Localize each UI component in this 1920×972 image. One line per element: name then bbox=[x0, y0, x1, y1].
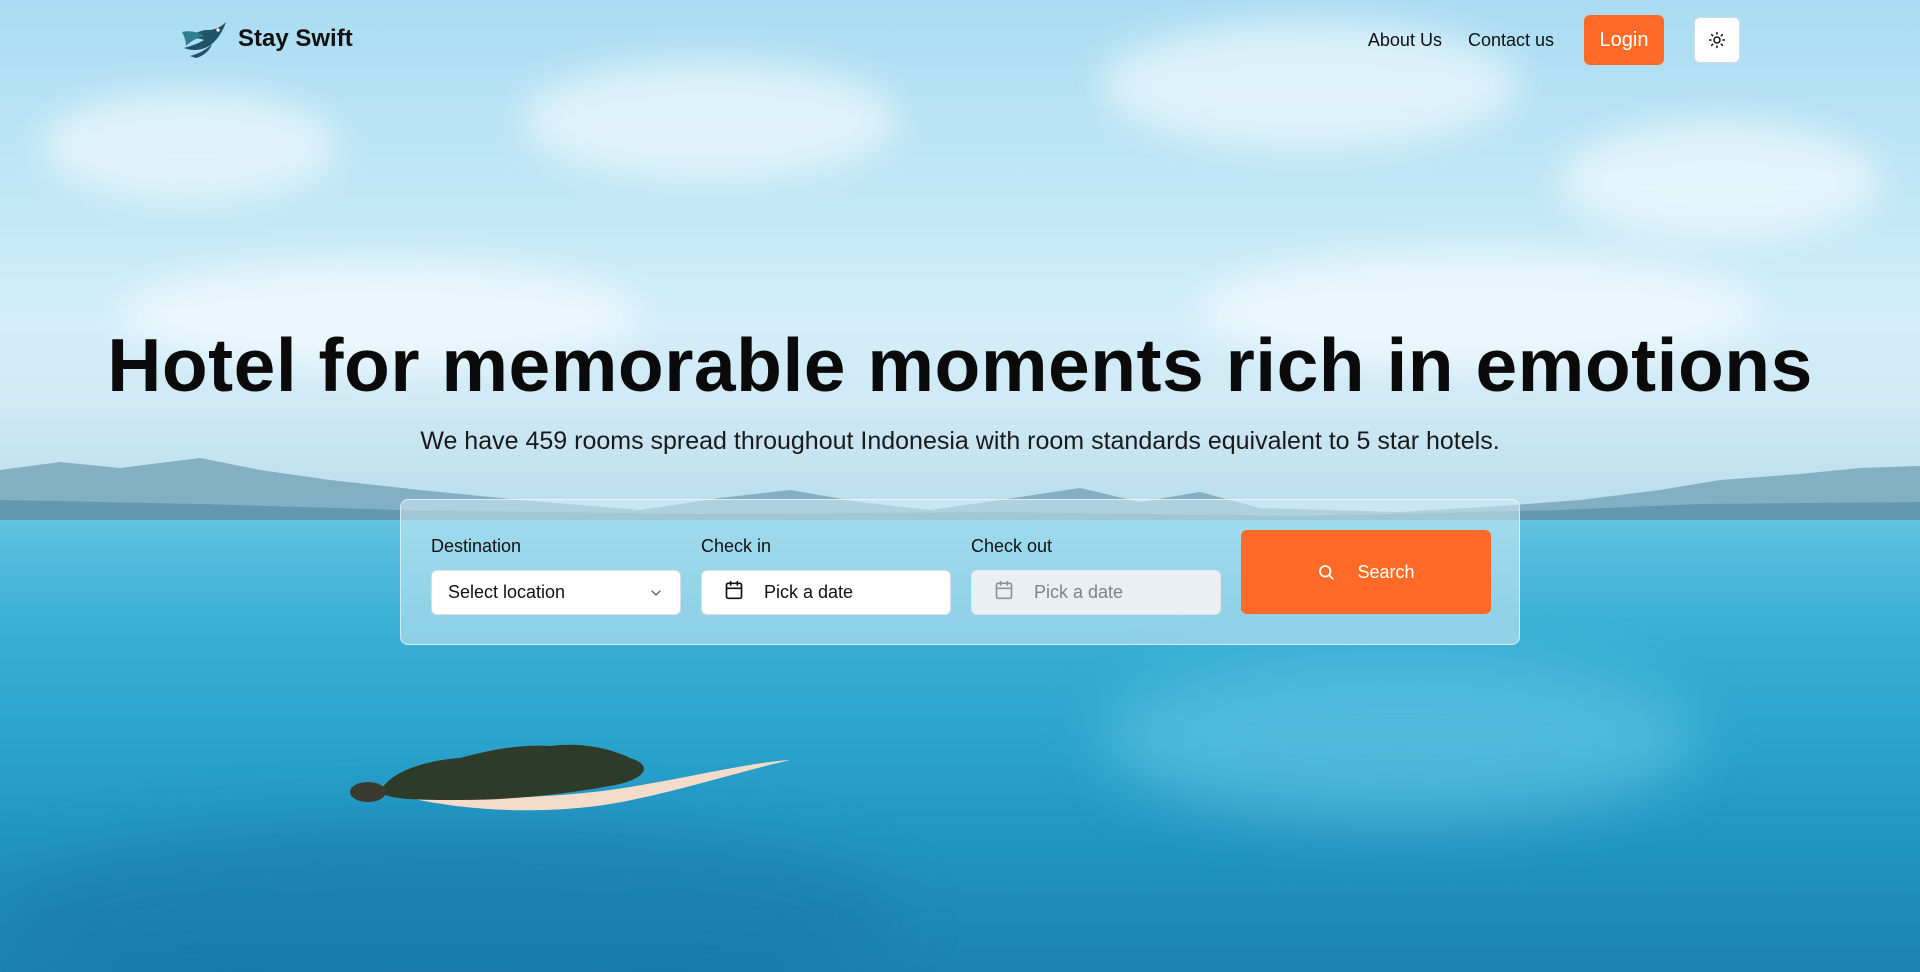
calendar-icon bbox=[994, 580, 1014, 605]
nav-about-link[interactable]: About Us bbox=[1368, 30, 1442, 51]
destination-label: Destination bbox=[431, 536, 522, 556]
check-out-value: Pick a date bbox=[1034, 582, 1124, 602]
search-button-label: Search bbox=[1357, 561, 1415, 582]
search-icon bbox=[1319, 565, 1335, 580]
sea-deep-area bbox=[0, 820, 900, 972]
chevron-down-icon bbox=[651, 589, 661, 596]
cloud bbox=[40, 90, 340, 200]
brand-link[interactable]: Stay Swift bbox=[180, 18, 353, 60]
search-button[interactable]: Search bbox=[1241, 530, 1491, 614]
hero-background-image bbox=[0, 0, 1920, 972]
destination-field: Destination Select location bbox=[431, 535, 681, 615]
destination-value: Select location bbox=[448, 582, 566, 602]
check-out-date-picker[interactable]: Pick a date bbox=[971, 570, 1221, 615]
check-in-field: Check in Pick a date bbox=[701, 535, 951, 615]
hero-subtitle: We have 459 rooms spread throughout Indo… bbox=[420, 427, 1500, 455]
island bbox=[350, 744, 790, 811]
check-in-label: Check in bbox=[701, 536, 772, 556]
swift-bird-logo-icon bbox=[182, 22, 226, 58]
sea-shallow-area bbox=[1100, 660, 1700, 820]
calendar-icon bbox=[724, 580, 744, 605]
theme-toggle-button[interactable] bbox=[1694, 17, 1740, 63]
check-out-field: Check out Pick a date bbox=[971, 535, 1221, 615]
check-in-value: Pick a date bbox=[764, 582, 854, 602]
destination-select[interactable]: Select location bbox=[431, 570, 681, 615]
site-header: Stay Swift About Us Contact us Login bbox=[0, 0, 1920, 80]
nav-contact-link[interactable]: Contact us bbox=[1468, 30, 1554, 51]
main-nav: About Us Contact us Login bbox=[1368, 15, 1740, 65]
login-button[interactable]: Login bbox=[1584, 15, 1664, 65]
brand-name: Stay Swift bbox=[238, 25, 353, 52]
check-out-label: Check out bbox=[971, 536, 1053, 556]
cloud bbox=[1560, 120, 1880, 240]
check-in-date-picker[interactable]: Pick a date bbox=[701, 570, 951, 615]
search-panel: Destination Select location Check in Pic… bbox=[400, 499, 1520, 645]
hero-title: Hotel for memorable moments rich in emot… bbox=[107, 323, 1813, 407]
sun-icon bbox=[1708, 31, 1726, 49]
